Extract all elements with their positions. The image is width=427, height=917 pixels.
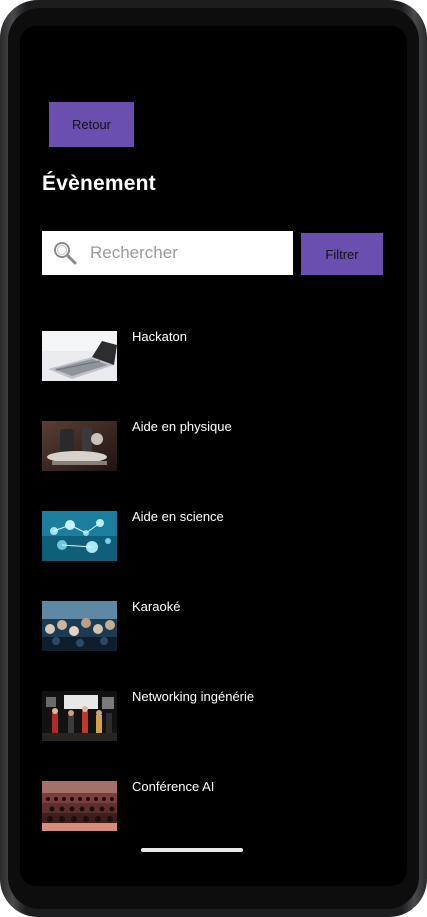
- event-item-physique[interactable]: Aide en physique: [42, 419, 382, 511]
- event-label: Karaoké: [132, 599, 181, 614]
- search-icon: [54, 242, 77, 265]
- laptop-photo: [42, 331, 117, 381]
- filter-button[interactable]: Filtrer: [301, 233, 383, 275]
- event-label: Aide en science: [132, 509, 224, 524]
- page-title: Évènement: [42, 172, 156, 195]
- event-item-networking[interactable]: Networking ingénérie: [42, 689, 382, 781]
- event-item-conference[interactable]: Conférence AI: [42, 779, 382, 871]
- event-item-hackaton[interactable]: Hackaton: [42, 329, 382, 421]
- event-item-karaoke[interactable]: Karaoké: [42, 599, 382, 691]
- event-label: Conférence AI: [132, 779, 215, 794]
- event-item-science[interactable]: Aide en science: [42, 509, 382, 601]
- phone-frame: Retour Évènement Filtrer: [0, 0, 427, 917]
- concert-crowd-photo: [42, 601, 117, 651]
- event-label: Aide en physique: [132, 419, 232, 434]
- search-bar[interactable]: [42, 231, 293, 275]
- home-indicator[interactable]: [141, 848, 243, 852]
- auditorium-photo: [42, 781, 117, 831]
- back-button[interactable]: Retour: [49, 102, 134, 147]
- molecules-photo: [42, 511, 117, 561]
- app-screen: Retour Évènement Filtrer: [20, 26, 407, 886]
- event-label: Networking ingénérie: [132, 689, 255, 704]
- search-input[interactable]: [88, 242, 272, 264]
- event-label: Hackaton: [132, 329, 187, 344]
- microscope-photo: [42, 421, 117, 471]
- networking-event-photo: [42, 691, 117, 741]
- event-list: Hackaton Aide en physique Aide en scienc…: [42, 329, 382, 871]
